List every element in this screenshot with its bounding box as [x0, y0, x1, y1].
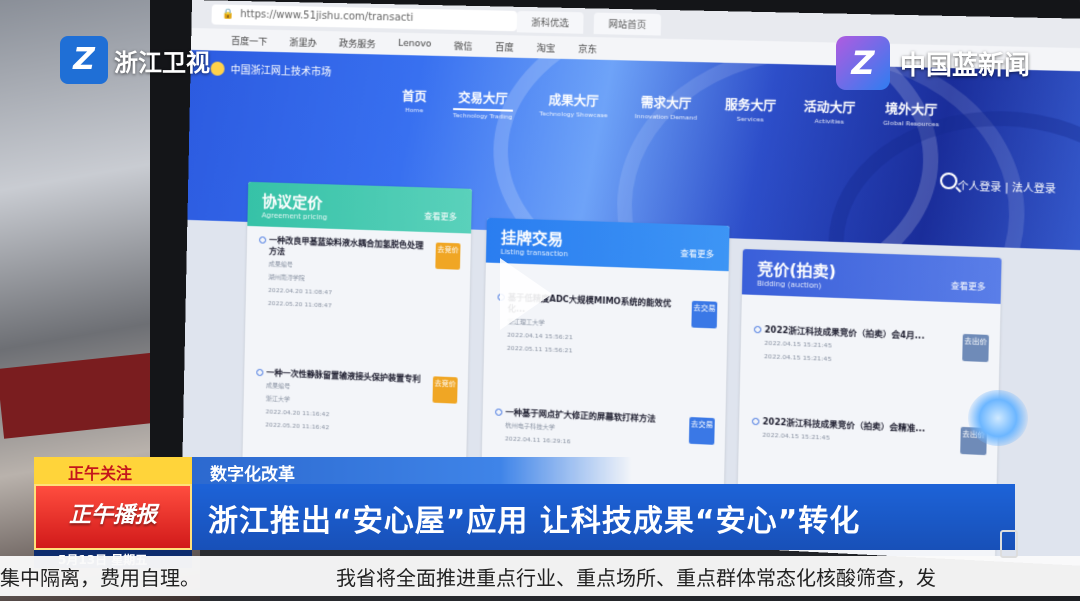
item-title: 一种改良甲基蓝染料液水耦合加氢脱色处理方法: [259, 234, 459, 263]
bookmark[interactable]: 百度: [495, 39, 514, 54]
nav-sublabel: Technology Showcase: [539, 110, 608, 120]
browser-tab[interactable]: 浙科优选: [516, 10, 584, 34]
nav-sublabel: Innovation Demand: [634, 112, 698, 122]
bookmark[interactable]: 浙里办: [289, 35, 317, 49]
nav-label: 境外大厅: [885, 101, 938, 118]
nav-label: 成果大厅: [548, 93, 599, 109]
nav-activities[interactable]: 活动大厅 Activities: [803, 98, 856, 130]
nav-label: 活动大厅: [803, 99, 856, 116]
nav-sublabel: Services: [736, 115, 764, 124]
news-mark-icon: Z: [836, 36, 890, 90]
action-badge[interactable]: 去出价: [962, 333, 989, 363]
nav-demand[interactable]: 需求大厅 Innovation Demand: [635, 93, 698, 125]
list-item[interactable]: 2022浙江科技成果竞价（拍卖）会4月... 2022.04.15 15:21:…: [740, 315, 1000, 376]
logo-emblem-icon: [210, 60, 225, 76]
nav-achievements[interactable]: 成果大厅 Technology Showcase: [539, 91, 608, 123]
nav-global[interactable]: 境外大厅 Global Resources: [883, 100, 940, 133]
assistant-orb-icon[interactable]: [968, 390, 1028, 446]
topic-bar: 数字化改革: [192, 457, 632, 485]
news-brand-name: 中国蓝新闻: [900, 50, 1031, 81]
nav-label: 首页: [401, 89, 427, 105]
card-agreement-pricing: 协议定价 Agreement pricing 查看更多 一种改良甲基蓝染料液水耦…: [241, 181, 472, 494]
nav-sublabel: Technology Trading: [452, 112, 513, 121]
nav-label: 交易大厅: [453, 88, 513, 112]
bookmark[interactable]: 京东: [578, 41, 597, 55]
news-ticker: 集中隔离，费用自理。 我省将全面推进重点行业、重点场所、重点群体常态化核酸筛查，…: [0, 556, 1080, 596]
nav-home[interactable]: 首页 Home: [402, 87, 427, 118]
url-text: https://www.51jishu.com/transacti: [240, 9, 414, 24]
browser-tab[interactable]: 网站首页: [593, 12, 662, 36]
video-frame: 🔒 https://www.51jishu.com/transacti 浙科优选 …: [0, 0, 1080, 601]
action-badge[interactable]: 去交易: [688, 416, 715, 445]
action-badge[interactable]: 去交易: [691, 300, 718, 329]
address-bar[interactable]: 🔒 https://www.51jishu.com/transacti: [211, 4, 518, 32]
bookmark[interactable]: 微信: [454, 39, 473, 53]
view-more-link[interactable]: 查看更多: [951, 280, 986, 293]
channel-name: 浙江卫视: [114, 48, 210, 77]
bookmark[interactable]: Lenovo: [398, 39, 431, 50]
action-badge[interactable]: 去竞价: [435, 242, 461, 270]
list-item[interactable]: 一种一次性静脉留置输液接头保护装置专利 成果编号 浙江大学 2022.04.20…: [243, 358, 468, 443]
search-icon[interactable]: [939, 172, 958, 190]
segment-tag: 正午关注: [34, 457, 192, 484]
nav-sublabel: Home: [404, 106, 424, 115]
bookmark[interactable]: 政务服务: [339, 36, 376, 50]
card-header: 竞价(拍卖) Bidding (auction) 查看更多: [741, 249, 1002, 304]
channel-mark-icon: Z: [60, 36, 108, 84]
list-item[interactable]: 一种改良甲基蓝染料液水耦合加氢脱色处理方法 成果编号 湖州南浔学院 2022.0…: [246, 226, 472, 321]
nav-services[interactable]: 服务大厅 Services: [724, 96, 776, 128]
login-links[interactable]: 个人登录 | 法人登录: [957, 177, 1056, 196]
nav-label: 需求大厅: [640, 95, 692, 112]
site-logo-text: 中国浙江网上技术市场: [230, 64, 332, 79]
card-header: 协议定价 Agreement pricing 查看更多: [247, 181, 472, 234]
action-badge[interactable]: 去竞价: [432, 376, 458, 404]
nav-trading[interactable]: 交易大厅 Technology Trading: [452, 88, 513, 121]
ticker-text: 集中隔离，费用自理。: [0, 566, 200, 590]
phone-icon: [1000, 530, 1018, 558]
nav-sublabel: Activities: [814, 117, 844, 126]
news-brand-logo: Z 中国蓝新闻: [836, 36, 1030, 90]
red-folder: [0, 351, 174, 439]
view-more-link[interactable]: 查看更多: [680, 248, 714, 260]
bookmark[interactable]: 百度一下: [231, 33, 267, 47]
video-play-icon[interactable]: [500, 258, 552, 330]
list-item[interactable]: 一种基于网点扩大修正的屏幕软打样方法 杭州电子科技大学 2022.04.11 1…: [482, 398, 726, 459]
list-item[interactable]: 2022浙江科技成果竞价（拍卖）会精准... 2022.04.15 15:21:…: [739, 407, 998, 456]
lock-icon: 🔒: [221, 8, 235, 20]
show-name-badge: 正午播报: [34, 484, 192, 550]
site-logo[interactable]: 中国浙江网上技术市场: [210, 60, 332, 79]
nav-label: 服务大厅: [724, 97, 777, 114]
headline: 浙江推出“安心屋”应用 让科技成果“安心”转化: [192, 484, 1015, 550]
lower-third: 正午关注 数字化改革 正午播报 浙江推出“安心屋”应用 让科技成果“安心”转化 …: [0, 452, 1080, 601]
ticker-text: 我省将全面推进重点行业、重点场所、重点群体常态化核酸筛查，发: [336, 566, 936, 590]
nav-sublabel: Global Resources: [882, 119, 940, 129]
channel-logo: Z 浙江卫视: [60, 36, 210, 84]
view-more-link[interactable]: 查看更多: [424, 211, 457, 223]
bookmark[interactable]: 淘宝: [536, 40, 555, 54]
